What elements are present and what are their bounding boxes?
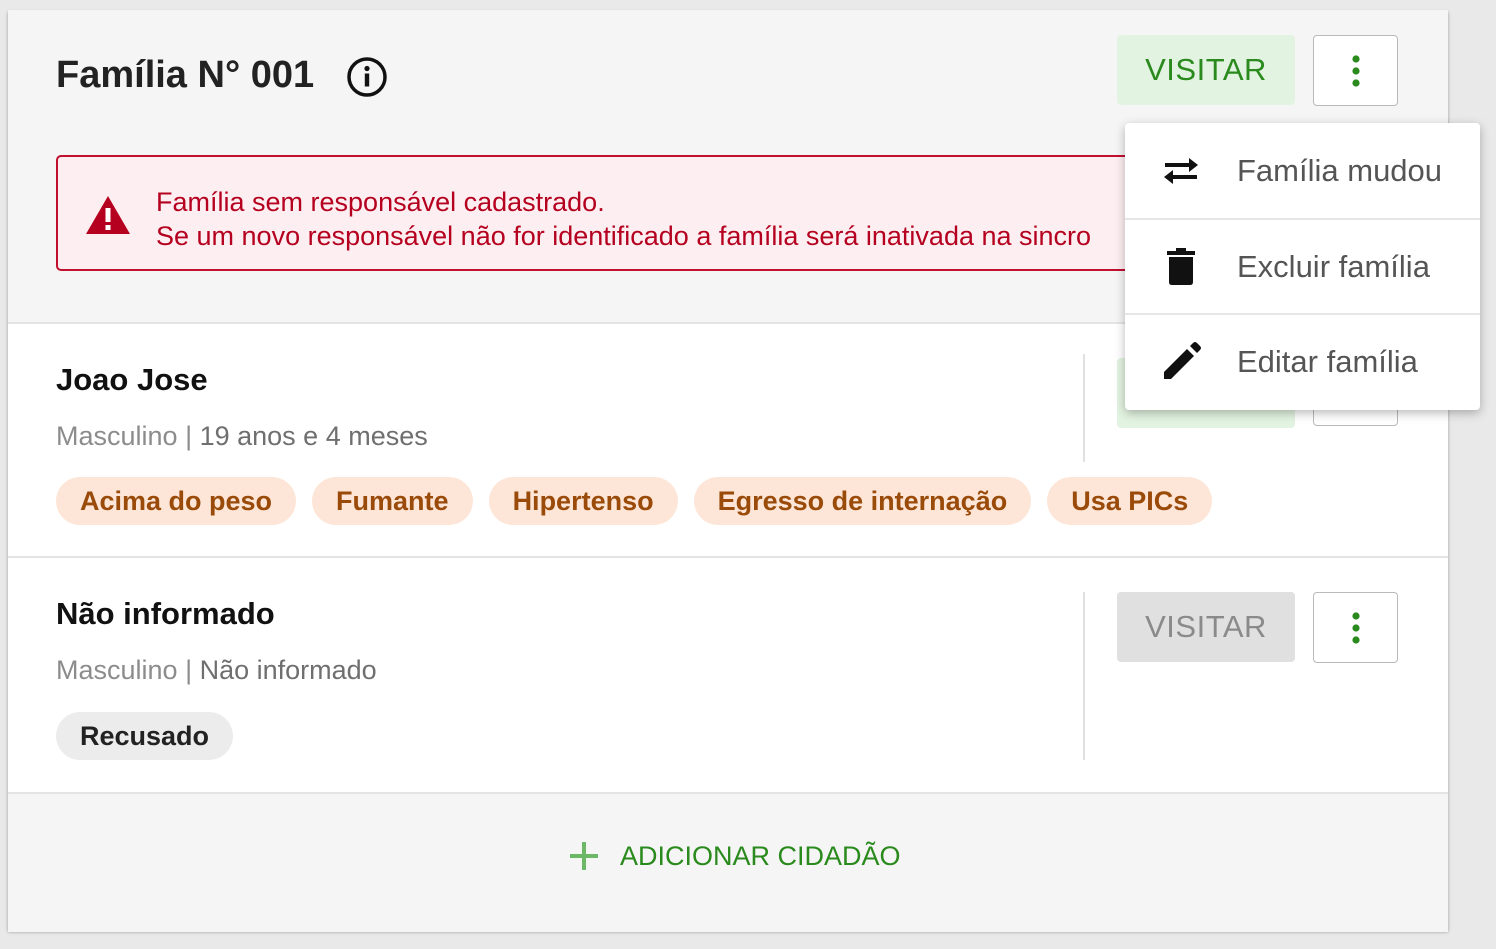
member-sex: Masculino xyxy=(56,655,178,685)
member-details: Masculino | Não informado xyxy=(56,655,377,686)
menu-item-delete-family[interactable]: Excluir família xyxy=(1125,218,1480,313)
member-more-button[interactable] xyxy=(1313,592,1398,663)
family-actions-menu: Família mudou Excluir família Editar fam… xyxy=(1125,123,1480,410)
tag: Acima do peso xyxy=(56,477,297,525)
family-more-button[interactable] xyxy=(1313,35,1398,106)
tag: Hipertenso xyxy=(488,477,678,525)
member-name: Joao Jose xyxy=(56,362,208,397)
member-age: Não informado xyxy=(199,655,377,685)
add-citizen-label: ADICIONAR CIDADÃO xyxy=(620,840,901,871)
member-tags: Recusado xyxy=(56,712,234,760)
member-sex: Masculino xyxy=(56,421,178,451)
member-details: Masculino | 19 anos e 4 meses xyxy=(56,421,428,452)
tag: Fumante xyxy=(312,477,473,525)
tag: Usa PICs xyxy=(1047,477,1213,525)
member-row: Não informado Masculino | Não informado … xyxy=(8,556,1448,794)
menu-item-label: Família mudou xyxy=(1237,152,1443,188)
swap-arrows-icon xyxy=(1159,149,1203,193)
row-divider xyxy=(1083,592,1085,760)
menu-item-label: Editar família xyxy=(1237,343,1418,379)
plus-icon xyxy=(570,842,598,870)
pencil-icon xyxy=(1159,340,1203,384)
more-vert-icon xyxy=(1351,54,1360,87)
card-footer: ADICIONAR CIDADÃO xyxy=(8,792,1448,932)
visit-family-button[interactable]: VISITAR xyxy=(1117,35,1295,105)
menu-item-label: Excluir família xyxy=(1237,248,1430,284)
member-tags: Acima do peso Fumante Hipertenso Egresso… xyxy=(56,477,1213,525)
family-title: Família N° 001 xyxy=(56,54,315,96)
details-separator: | xyxy=(177,421,200,451)
menu-item-edit-family[interactable]: Editar família xyxy=(1125,313,1480,408)
trash-icon xyxy=(1159,245,1203,289)
alert-line-1: Família sem responsável cadastrado. xyxy=(156,187,605,217)
add-citizen-button[interactable]: ADICIONAR CIDADÃO xyxy=(568,840,901,872)
row-divider xyxy=(1083,354,1085,462)
tag: Recusado xyxy=(56,712,234,760)
member-age: 19 anos e 4 meses xyxy=(199,421,428,451)
member-name: Não informado xyxy=(56,596,275,631)
alert-line-2: Se um novo responsável não for identific… xyxy=(156,221,1092,251)
details-separator: | xyxy=(177,655,200,685)
alert-message: Família sem responsável cadastrado. Se u… xyxy=(156,185,1256,253)
warning-icon xyxy=(84,194,132,236)
visit-member-button[interactable]: VISITAR xyxy=(1117,592,1295,662)
more-vert-icon xyxy=(1351,611,1360,644)
tag: Egresso de internação xyxy=(693,477,1032,525)
no-responsible-alert: Família sem responsável cadastrado. Se u… xyxy=(56,155,1296,271)
menu-item-family-moved[interactable]: Família mudou xyxy=(1125,123,1480,218)
info-icon[interactable] xyxy=(346,56,388,98)
